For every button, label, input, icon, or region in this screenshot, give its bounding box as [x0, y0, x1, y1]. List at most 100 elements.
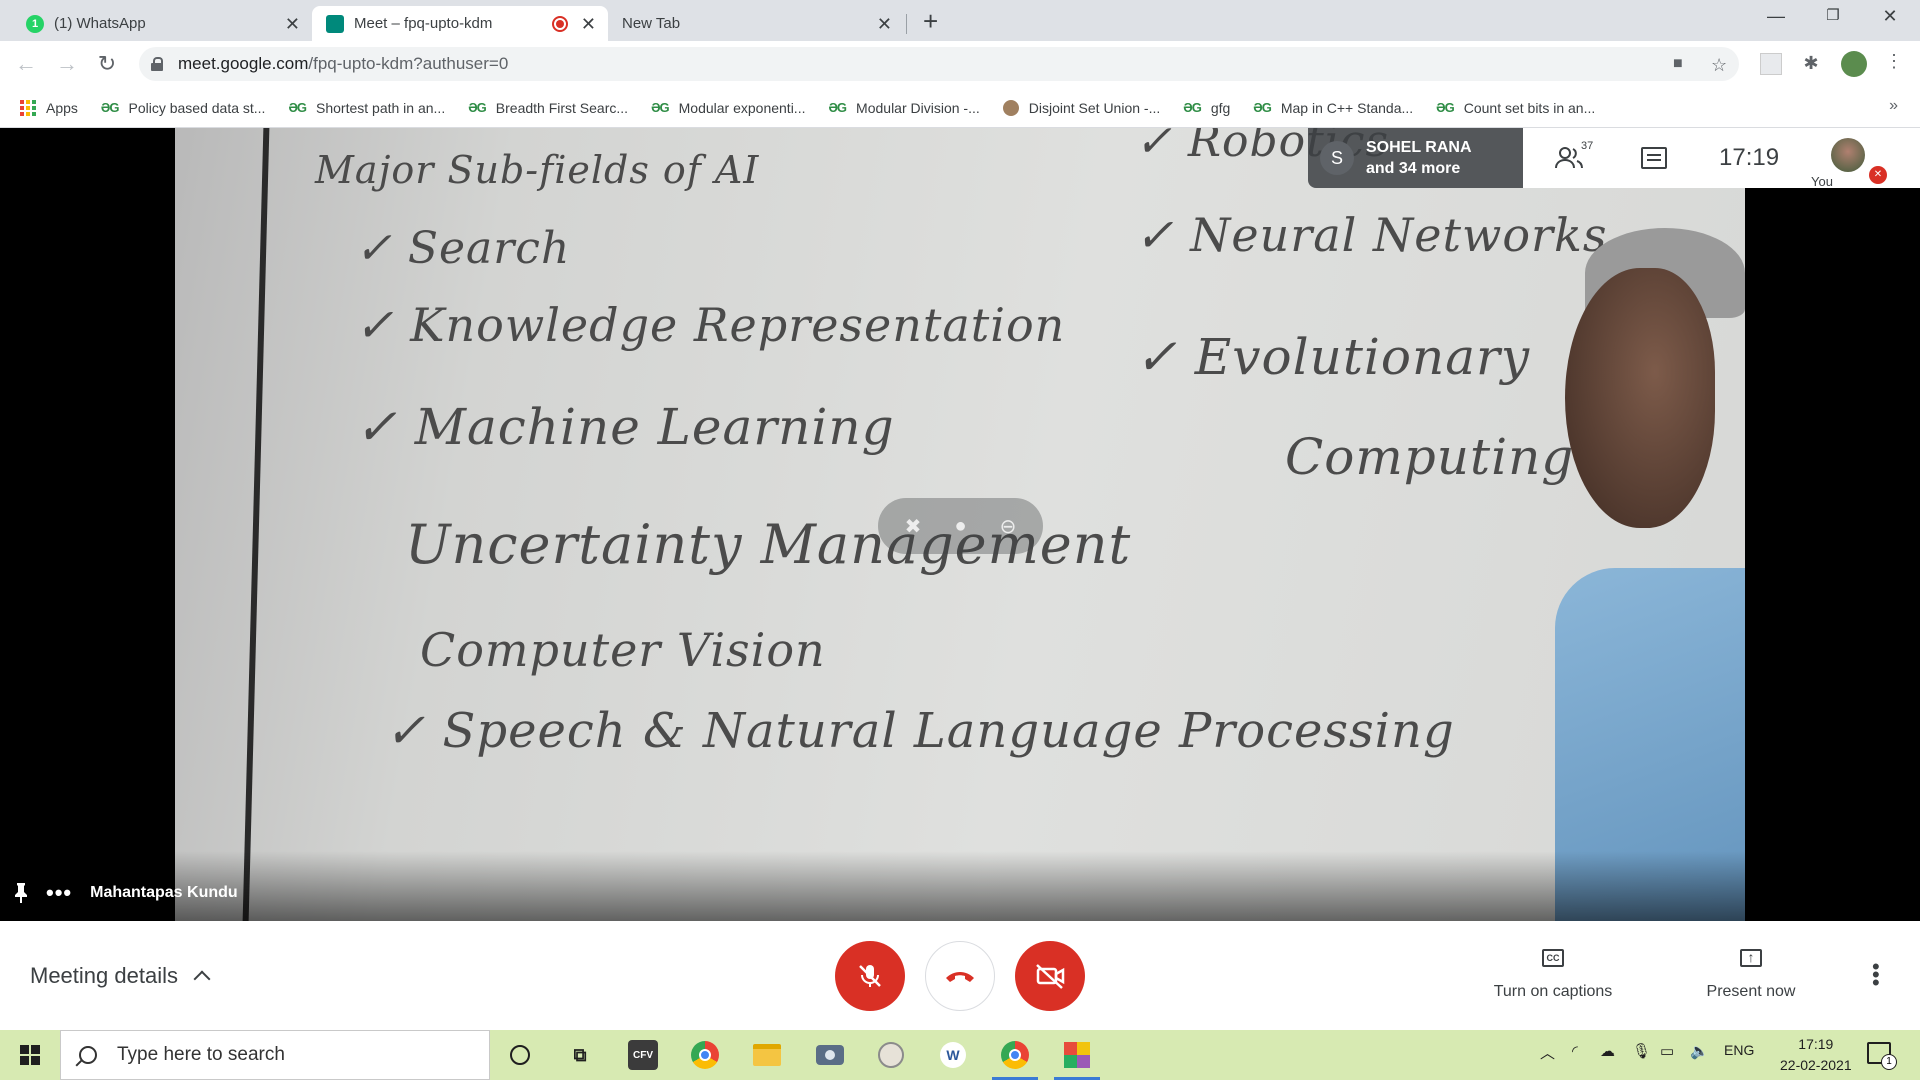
battery-icon[interactable]: ▭ — [1660, 1042, 1674, 1060]
present-screen-icon[interactable]: ↑ — [1740, 949, 1762, 967]
tab-label: (1) WhatsApp — [54, 15, 146, 32]
camera-icon[interactable]: ■ — [1673, 55, 1683, 73]
captions-icon[interactable]: CC — [1542, 949, 1564, 967]
bookmark-star-icon[interactable]: ☆ — [1711, 55, 1727, 76]
tab-label: New Tab — [622, 15, 681, 32]
bookmark-item[interactable]: ƏG Modular exponenti... — [651, 100, 805, 116]
meet-more-options-icon[interactable]: • • • — [1872, 956, 1880, 994]
office-app-icon[interactable] — [1054, 1040, 1100, 1080]
restore-icon[interactable]: ❐ — [1823, 6, 1843, 24]
pin-icon[interactable] — [14, 883, 28, 903]
remove-icon[interactable]: ⊖ — [1000, 514, 1017, 539]
meet-controls: Meeting details CC Turn on captions ↑ Pr… — [0, 921, 1920, 1030]
taskbar-search[interactable]: Type here to search — [60, 1030, 490, 1080]
presenter-person — [1545, 188, 1745, 921]
reload-icon[interactable]: ↻ — [93, 51, 121, 77]
presenter-head — [1565, 268, 1715, 528]
gfg-icon: ƏG — [100, 100, 120, 115]
windows-start-icon[interactable] — [20, 1045, 40, 1065]
cfv-app-icon[interactable]: CFV — [628, 1040, 658, 1070]
close-tab-icon[interactable]: ✕ — [581, 15, 596, 33]
bookmark-label: Apps — [46, 99, 78, 116]
taskbar-clock[interactable]: 17:19 22-02-2021 — [1780, 1034, 1852, 1076]
bookmark-item[interactable]: Disjoint Set Union -... — [1002, 99, 1161, 116]
mic-icon[interactable]: ● — [954, 515, 966, 538]
minimize-icon[interactable]: — — [1766, 6, 1786, 27]
tab-meet[interactable]: Meet – fpq-upto-kdm ✕ — [312, 6, 608, 41]
meeting-details-button[interactable]: Meeting details — [30, 963, 211, 989]
task-view-icon[interactable]: ⧉ — [565, 1040, 595, 1070]
gfg-icon: ƏG — [468, 100, 487, 115]
self-muted-icon: ✕ — [1869, 166, 1887, 184]
onedrive-icon[interactable]: ☁ — [1600, 1042, 1615, 1060]
meet-stage: Major Sub-fields of AI ✓ Search ✓ Knowle… — [0, 128, 1920, 921]
show-hidden-icons-icon[interactable]: ︿ — [1540, 1042, 1555, 1063]
back-icon[interactable]: ← — [12, 51, 40, 77]
forward-icon[interactable]: → — [53, 51, 81, 77]
whiteboard-edge — [242, 128, 270, 921]
close-tab-icon[interactable]: ✕ — [285, 15, 300, 33]
bookmark-apps[interactable]: Apps — [0, 99, 78, 116]
volume-icon[interactable]: 🔈 — [1690, 1042, 1709, 1060]
bookmarks-overflow-icon[interactable]: » — [1889, 97, 1898, 115]
camera-toggle-button[interactable] — [1015, 941, 1085, 1011]
tile-overlay-controls: ✖ ● ⊖ — [878, 498, 1043, 554]
bookmark-item[interactable]: ƏG Shortest path in an... — [288, 100, 445, 116]
extension-icon[interactable] — [1760, 53, 1782, 75]
microphone-icon[interactable]: 🎙 — [1632, 1042, 1651, 1060]
whiteboard-line: ✓ Neural Networks — [1135, 208, 1608, 262]
language-indicator[interactable]: ENG — [1724, 1042, 1754, 1058]
bookmark-item[interactable]: ƏG Breadth First Searc... — [468, 100, 628, 116]
app-icon[interactable] — [876, 1040, 906, 1070]
window-close-icon[interactable]: ✕ — [1880, 6, 1900, 27]
chat-icon[interactable] — [1641, 147, 1667, 169]
bookmark-item[interactable]: ƏG Modular Division -... — [828, 100, 979, 116]
close-tab-icon[interactable]: ✕ — [877, 15, 892, 33]
tab-whatsapp[interactable]: 1 (1) WhatsApp ✕ — [12, 6, 312, 41]
captions-button[interactable]: Turn on captions — [1473, 983, 1633, 1001]
wifi-icon[interactable]: ◜ — [1572, 1042, 1578, 1060]
presenter-avatar: S — [1320, 141, 1354, 175]
search-placeholder: Type here to search — [117, 1044, 285, 1065]
chrome-icon[interactable] — [690, 1040, 720, 1070]
camera-off-icon — [1036, 964, 1065, 989]
camera-app-icon[interactable] — [815, 1040, 845, 1070]
leave-call-button[interactable] — [925, 941, 995, 1011]
address-bar[interactable]: meet.google.com/fpq-upto-kdm?authuser=0 … — [139, 47, 1739, 81]
bookmarks-bar: Apps ƏG Policy based data st... ƏG Shortes… — [0, 88, 1920, 128]
self-view[interactable]: You ✕ — [1811, 138, 1887, 189]
word-app-icon[interactable]: W — [938, 1040, 968, 1070]
extensions-puzzle-icon[interactable]: ✱ — [1800, 53, 1822, 75]
file-explorer-icon[interactable] — [752, 1040, 782, 1070]
profile-avatar[interactable] — [1841, 51, 1867, 77]
gfg-icon: ƏG — [1253, 100, 1272, 115]
url-text: meet.google.com/fpq-upto-kdm?authuser=0 — [178, 54, 509, 73]
bookmark-label: gfg — [1210, 99, 1231, 116]
people-button[interactable]: 37 — [1555, 140, 1593, 170]
notification-icon[interactable]: 1 — [1867, 1042, 1897, 1070]
bookmark-label: Disjoint Set Union -... — [1028, 99, 1161, 116]
bookmark-item[interactable]: ƏG gfg — [1183, 100, 1230, 116]
chrome-active-icon[interactable] — [992, 1040, 1038, 1080]
browser-menu-icon[interactable]: ⋮ — [1885, 51, 1903, 72]
present-now-button[interactable]: Present now — [1671, 983, 1831, 1001]
cortana-icon[interactable] — [505, 1040, 535, 1070]
bookmark-item[interactable]: ƏG Policy based data st... — [101, 100, 266, 116]
bookmark-item[interactable]: ƏG Count set bits in an... — [1436, 100, 1595, 116]
browser-tab-strip: 1 (1) WhatsApp ✕ Meet – fpq-upto-kdm ✕ N… — [0, 0, 1920, 41]
mic-off-icon — [859, 965, 881, 987]
bookmark-label: Breadth First Searc... — [495, 99, 629, 116]
mic-toggle-button[interactable] — [835, 941, 905, 1011]
gfg-icon: ƏG — [1183, 100, 1202, 115]
lock-icon[interactable] — [151, 57, 163, 71]
tab-new-tab[interactable]: New Tab ✕ — [608, 6, 904, 41]
whiteboard-line: ✓ Speech & Natural Language Processing — [385, 703, 1455, 759]
presenter-pill[interactable]: S SOHEL RANA and 34 more — [1308, 128, 1523, 188]
unpin-icon[interactable]: ✖ — [905, 514, 922, 539]
new-tab-icon[interactable]: + — [923, 6, 938, 36]
bookmark-item[interactable]: ƏG Map in C++ Standa... — [1253, 100, 1413, 116]
more-options-icon[interactable]: ••• — [46, 882, 72, 904]
whiteboard-line: ✓ Machine Learning — [355, 398, 895, 456]
gfg-icon: ƏG — [651, 100, 670, 115]
bookmark-label: Policy based data st... — [128, 99, 266, 116]
